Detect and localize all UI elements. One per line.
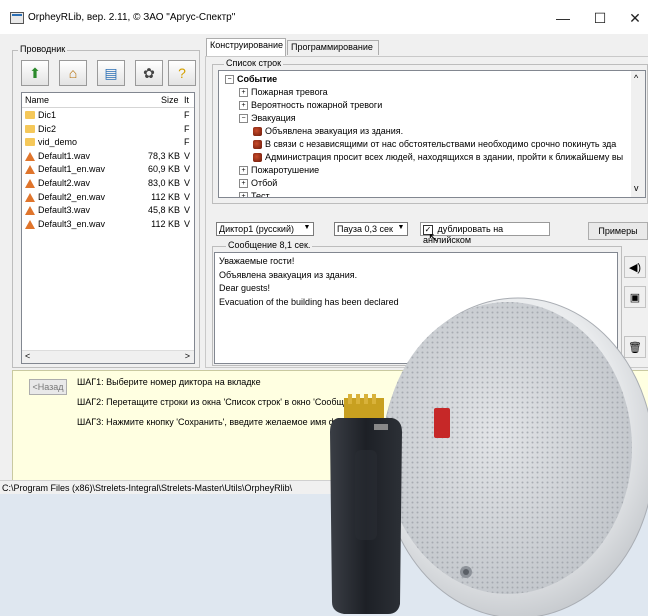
usb-dongle-image: [330, 394, 402, 614]
product-overlay: [330, 297, 648, 616]
brand-logo-icon: [434, 408, 450, 438]
speaker-image: [381, 297, 648, 616]
